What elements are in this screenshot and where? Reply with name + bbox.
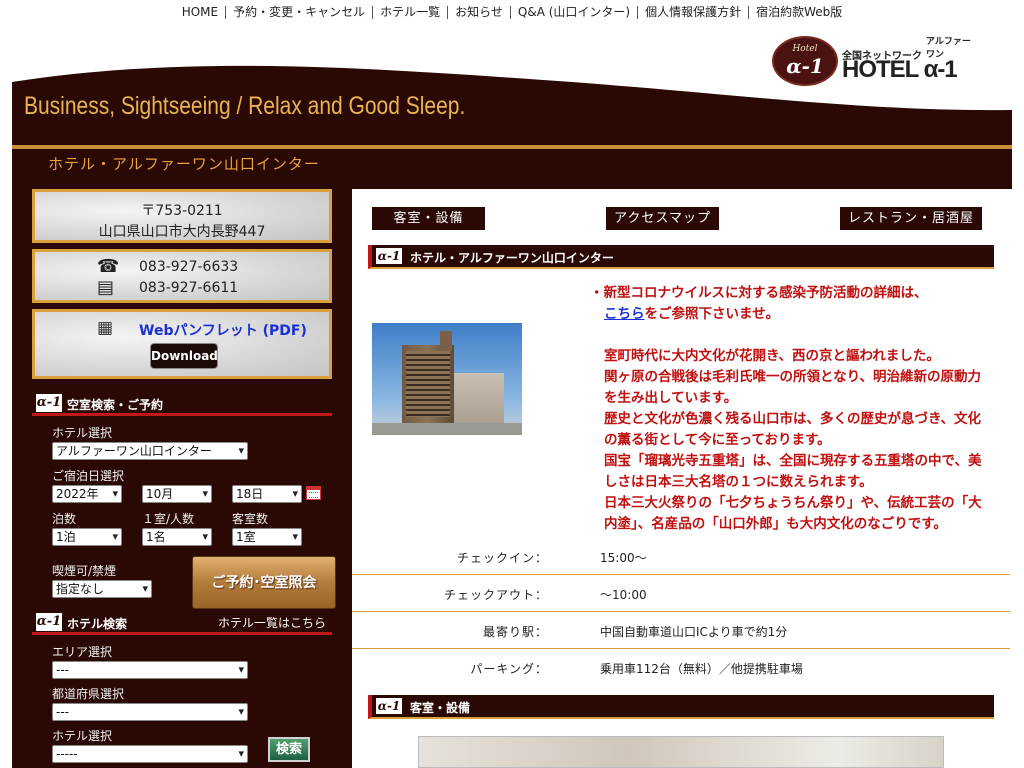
- alpha-one-icon: α-1: [36, 394, 62, 412]
- area-select[interactable]: ---: [52, 661, 248, 679]
- nav-reservation[interactable]: 予約・変更・キャンセル: [226, 5, 374, 19]
- description-p5: 日本三大火祭りの「七夕ちょうちん祭り」や、伝統工芸の「大内塗」、名産品の「山口外…: [604, 495, 982, 532]
- checkout-label: チェックアウト：: [443, 588, 548, 602]
- nav-news[interactable]: お知らせ: [448, 5, 511, 19]
- parking-value: 乗用車112台（無料）／他提携駐車場: [600, 662, 803, 676]
- checkout-row: チェックアウト： 〜10:00: [352, 575, 1010, 612]
- hotel-title-bar: ホテル・アルファーワン山口インター: [12, 149, 1012, 189]
- pref-select-label: 都道府県選択: [52, 687, 125, 701]
- address-line: 山口県山口市大内長野447: [98, 224, 266, 240]
- logo-seal-top: Hotel: [792, 44, 818, 54]
- alpha-one-icon: α-1: [36, 613, 62, 631]
- year-select[interactable]: 2022年: [52, 485, 122, 503]
- description-p4: 国宝「瑠璃光寺五重塔」は、全国に現存する五重塔の中で、美しさは日本三大名塔の１つ…: [604, 453, 982, 490]
- search-hotel-select[interactable]: -----: [52, 745, 248, 763]
- station-label: 最寄り駅：: [482, 625, 548, 639]
- calendar-icon[interactable]: [306, 486, 321, 500]
- pamphlet-box: ▦ Webパンフレット (PDF) Download: [32, 309, 332, 379]
- nights-label: 泊数: [52, 512, 77, 526]
- hotel-exterior-photo: [372, 323, 522, 435]
- station-value: 中国自動車道山口ICより車で約1分: [600, 625, 788, 639]
- description-p2: 関ヶ原の合戦後は毛利氏唯一の所領となり、明治維新の原動力を生み出しています。: [604, 369, 982, 406]
- hotel-description: ・新型コロナウイルスに対する感染予防活動の詳細は、 こちらをご参照下さいませ。 …: [590, 283, 990, 535]
- nav-home[interactable]: HOME: [175, 5, 227, 19]
- hotel-search-title: ホテル検索: [67, 617, 128, 631]
- fax-number: 083-927-6611: [139, 280, 239, 296]
- document-icon: ▦: [97, 318, 114, 338]
- pamphlet-link[interactable]: Webパンフレット (PDF): [139, 320, 307, 340]
- hotel-select-label: ホテル選択: [52, 426, 113, 440]
- covid-notice-tail: をご参照下さいませ。: [644, 306, 780, 322]
- parking-row: パーキング： 乗用車112台（無料）／他提携駐車場: [352, 649, 1010, 686]
- area-select-label: エリア選択: [52, 645, 113, 659]
- parking-label: パーキング：: [470, 662, 548, 676]
- address-box: 〒753-0211 山口県山口市大内長野447: [32, 189, 332, 243]
- tab-rooms[interactable]: 客室・設備: [372, 207, 485, 230]
- tel-number: 083-927-6633: [139, 259, 239, 275]
- main-content: 客室・設備 アクセスマップ レストラン・居酒屋 α-1 ホテル・アルファーワン山…: [352, 189, 1010, 768]
- day-select[interactable]: 18日: [232, 485, 302, 503]
- persons-select[interactable]: 1名: [142, 528, 212, 546]
- banner-tagline: Business, Sightseeing / Relax and Good S…: [24, 92, 466, 120]
- rooms-section-head: α-1 客室・設備: [368, 695, 994, 719]
- phone-box: ☎ 083-927-6633 ▤ 083-927-6611: [32, 249, 332, 303]
- nav-terms[interactable]: 宿泊約款Web版: [749, 5, 849, 19]
- hotel-section-title: ホテル・アルファーワン山口インター: [410, 251, 614, 265]
- tab-restaurant[interactable]: レストラン・居酒屋: [840, 207, 982, 230]
- smoking-select[interactable]: 指定なし: [52, 580, 152, 598]
- rooms-label: 客室数: [232, 512, 269, 526]
- checkin-value: 15:00〜: [600, 551, 647, 565]
- search-hotel-select-label: ホテル選択: [52, 729, 113, 743]
- room-photo: [418, 736, 944, 768]
- alpha-one-icon: α-1: [376, 248, 402, 264]
- hotel-title: ホテル・アルファーワン山口インター: [48, 155, 320, 173]
- rooms-select[interactable]: 1室: [232, 528, 302, 546]
- covid-link[interactable]: こちら: [604, 306, 645, 322]
- tab-access-map[interactable]: アクセスマップ: [606, 207, 719, 230]
- hotel-section-head: α-1 ホテル・アルファーワン山口インター: [368, 245, 994, 269]
- nights-select[interactable]: 1泊: [52, 528, 122, 546]
- top-navigation: HOME 予約・変更・キャンセル ホテル一覧 お知らせ Q&A (山口インター)…: [0, 3, 1024, 21]
- alpha-one-icon: α-1: [376, 698, 402, 714]
- header-banner: Business, Sightseeing / Relax and Good S…: [12, 60, 1012, 148]
- rooms-section-title: 客室・設備: [410, 701, 471, 715]
- persons-label: １室/人数: [142, 512, 195, 526]
- sidebar: 〒753-0211 山口県山口市大内長野447 ☎ 083-927-6633 ▤…: [12, 189, 352, 768]
- reserve-button[interactable]: ご予約･空室照会: [192, 556, 336, 609]
- smoking-label: 喫煙可/禁煙: [52, 564, 117, 578]
- telephone-icon: ☎: [97, 256, 120, 277]
- reserve-section-title: 空室検索・ご予約: [67, 398, 164, 412]
- date-select-label: ご宿泊日選択: [52, 469, 125, 483]
- search-button[interactable]: 検索: [268, 737, 310, 762]
- download-button[interactable]: Download: [150, 343, 218, 369]
- nav-qa[interactable]: Q&A (山口インター): [511, 5, 639, 19]
- description-p1: 室町時代に大内文化が花開き、西の京と謳われました。: [604, 348, 940, 364]
- hotel-search-head: α-1 ホテル検索 ホテル一覧はこちら: [32, 613, 332, 635]
- reserve-section-head: α-1 空室検索・ご予約: [32, 394, 332, 416]
- description-p3: 歴史と文化が色濃く残る山口市は、多くの歴史が息づき、文化の薫る街として今に至って…: [604, 411, 982, 448]
- checkin-row: チェックイン： 15:00〜: [352, 538, 1010, 575]
- nav-hotel-list[interactable]: ホテル一覧: [373, 5, 449, 19]
- postal-code: 〒753-0211: [141, 203, 223, 219]
- month-select[interactable]: 10月: [142, 485, 212, 503]
- nav-privacy[interactable]: 個人情報保護方針: [638, 5, 750, 19]
- hotel-select[interactable]: アルファーワン山口インター: [52, 442, 248, 460]
- pref-select[interactable]: ---: [52, 703, 248, 721]
- checkout-value: 〜10:00: [600, 588, 647, 602]
- station-row: 最寄り駅： 中国自動車道山口ICより車で約1分: [352, 612, 1010, 649]
- hotel-list-link[interactable]: ホテル一覧はこちら: [218, 614, 326, 631]
- covid-notice: ・新型コロナウイルスに対する感染予防活動の詳細は、: [590, 285, 928, 301]
- fax-icon: ▤: [97, 277, 115, 298]
- checkin-label: チェックイン：: [456, 551, 548, 565]
